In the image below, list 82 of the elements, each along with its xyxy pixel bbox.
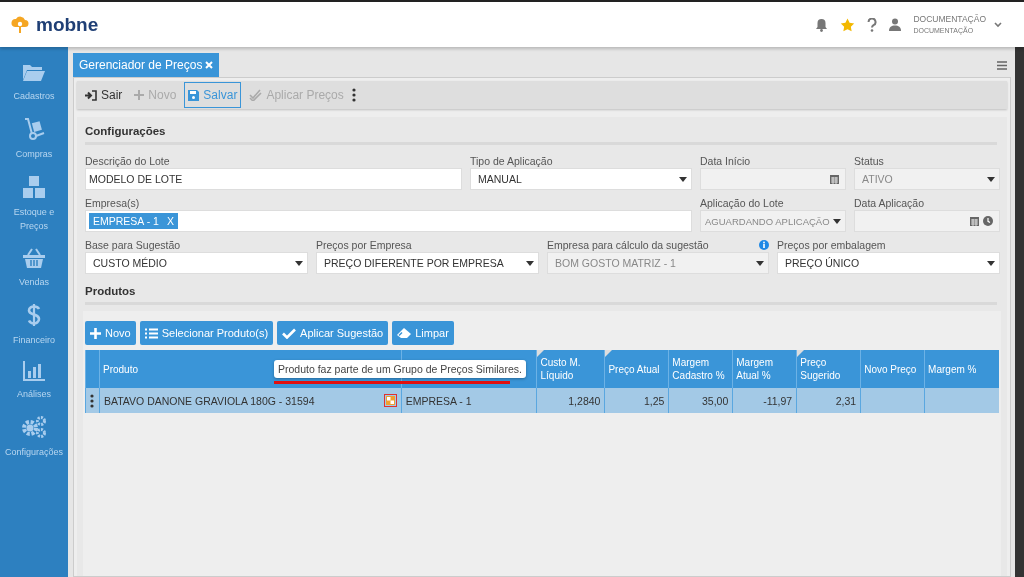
linked-squares-icon bbox=[385, 396, 395, 405]
hand-truck-icon bbox=[23, 117, 45, 141]
select-field[interactable]: CUSTO MÉDIO bbox=[85, 252, 308, 274]
table-cell: 2,31 bbox=[835, 394, 857, 407]
table-cell: EMPRESA - 1 bbox=[405, 394, 472, 407]
logo-text: mobne bbox=[36, 13, 99, 36]
corner-fold-icon bbox=[605, 350, 613, 357]
tag: EMPRESA - 1 X bbox=[89, 213, 178, 229]
field-label: Base para Sugestão bbox=[85, 238, 181, 251]
dropdown-caret-icon bbox=[987, 176, 995, 182]
select-field[interactable]: MANUAL bbox=[470, 168, 692, 190]
table-cell: 35,00 bbox=[702, 394, 729, 407]
dropdown-caret-icon bbox=[833, 218, 841, 224]
action-button[interactable]: Aplicar Sugestão bbox=[277, 321, 389, 345]
help-icon[interactable] bbox=[867, 17, 878, 32]
sign-out-icon bbox=[85, 89, 97, 101]
table-cell: 1,2840 bbox=[568, 394, 601, 407]
field-label: Empresa para cálculo da sugestão bbox=[547, 238, 709, 251]
dropdown-caret-icon bbox=[526, 260, 534, 266]
corner-fold-icon bbox=[537, 350, 545, 357]
star-icon[interactable] bbox=[840, 17, 856, 32]
cloud-pin-icon bbox=[10, 14, 30, 35]
dropdown-caret-icon bbox=[987, 260, 995, 266]
field-label: Tipo de Aplicação bbox=[470, 154, 553, 167]
field-label: Preços por embalagem bbox=[777, 238, 886, 251]
field-label: Preços por Empresa bbox=[316, 238, 412, 251]
sidebar-item[interactable]: Compras bbox=[0, 117, 68, 161]
plus-icon bbox=[90, 327, 101, 339]
section-title: Configurações bbox=[85, 121, 997, 145]
table-cell: -11,97 bbox=[763, 394, 793, 407]
remove-tag-button[interactable]: X bbox=[166, 215, 174, 227]
check-icon bbox=[282, 327, 297, 339]
more-vertical-icon[interactable] bbox=[351, 88, 356, 102]
double-check-icon bbox=[249, 89, 263, 101]
tooltip: Produto faz parte de um Grupo de Preços Similares. bbox=[274, 360, 526, 378]
sidebar-item[interactable]: Vendas bbox=[0, 247, 68, 289]
field-label: Aplicação do Lote bbox=[700, 196, 784, 209]
sidebar-item[interactable]: Estoque e Preços bbox=[0, 175, 68, 233]
action-button[interactable]: Novo bbox=[85, 321, 136, 345]
section-title: Produtos bbox=[85, 281, 997, 305]
folder-icon bbox=[22, 63, 46, 83]
eraser-icon bbox=[397, 327, 412, 339]
select-field[interactable]: PREÇO DIFERENTE POR EMPRESA bbox=[316, 252, 539, 274]
chevron-down-icon[interactable] bbox=[994, 21, 1002, 28]
drag-handle-icon[interactable] bbox=[90, 393, 94, 408]
action-button[interactable]: Selecionar Produto(s) bbox=[139, 321, 274, 345]
plus-icon bbox=[134, 90, 145, 100]
text-field[interactable]: MODELO DE LOTE bbox=[85, 168, 462, 190]
basket-icon bbox=[22, 247, 46, 269]
tags-field[interactable]: EMPRESA - 1 X bbox=[85, 210, 692, 232]
gears-icon bbox=[21, 415, 47, 439]
table-cell: BATAVO DANONE GRAVIOLA 180G - 31594 bbox=[104, 394, 315, 407]
bar-chart-icon bbox=[23, 361, 45, 381]
dropdown-caret-icon bbox=[295, 260, 303, 266]
toolbar-button[interactable]: Salvar bbox=[184, 82, 242, 108]
dollar-icon bbox=[27, 303, 41, 327]
field-label: Empresa(s) bbox=[85, 196, 140, 209]
dropdown-caret-icon bbox=[679, 176, 687, 182]
action-button[interactable]: Limpar bbox=[392, 321, 454, 345]
sidebar-item[interactable]: Configurações bbox=[0, 415, 68, 459]
sidebar-item[interactable]: Análises bbox=[0, 361, 68, 401]
table-row[interactable]: BATAVO DANONE GRAVIOLA 180G - 31594 EMPRESA - 1 1,2840 1,25 35,00 -11,97 2,31 bbox=[85, 388, 999, 413]
sidebar-item[interactable]: Financeiro bbox=[0, 303, 68, 347]
field-label: Data Início bbox=[700, 154, 751, 167]
similar-group-highlight[interactable] bbox=[383, 394, 397, 407]
toolbar-button[interactable]: Sair bbox=[81, 82, 127, 108]
menu-icon[interactable] bbox=[997, 60, 1007, 70]
field-label: Descrição do Lote bbox=[85, 154, 170, 167]
sidebar-item[interactable]: Cadastros bbox=[0, 63, 68, 103]
select-field[interactable]: PREÇO ÚNICO bbox=[777, 252, 1000, 274]
bell-icon[interactable] bbox=[815, 17, 829, 32]
list-icon bbox=[144, 327, 158, 339]
field-label: Status bbox=[854, 154, 884, 167]
table-cell: 1,25 bbox=[643, 394, 665, 407]
user-name[interactable]: DOCUMENTAÇÃO bbox=[913, 12, 986, 25]
user-icon[interactable] bbox=[889, 18, 902, 31]
close-icon[interactable] bbox=[205, 61, 214, 69]
boxes-icon bbox=[22, 175, 46, 199]
field-label: Data Aplicação bbox=[854, 196, 925, 209]
dropdown-caret-icon bbox=[756, 260, 764, 266]
corner-fold-icon bbox=[797, 350, 805, 357]
tab[interactable]: Gerenciador de Preços bbox=[73, 53, 220, 77]
